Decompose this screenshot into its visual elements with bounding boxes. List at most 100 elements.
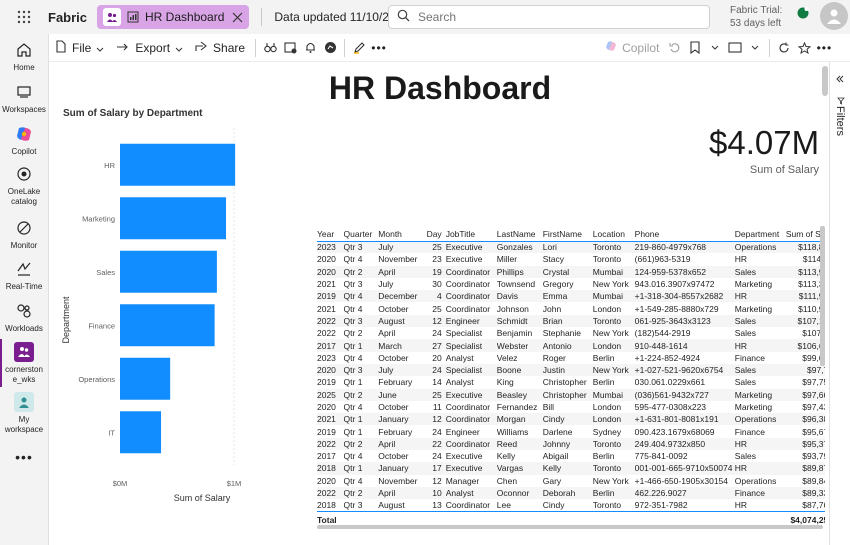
column-header[interactable]: Quarter	[343, 224, 379, 242]
search-box[interactable]	[388, 5, 710, 29]
table-row[interactable]: 2021 Qtr 3 July 30 Coordinator Townsend Gregor…	[317, 278, 825, 290]
binoculars-icon[interactable]	[260, 34, 280, 62]
bar[interactable]	[120, 357, 171, 400]
export-menu[interactable]: Export	[110, 34, 189, 62]
table-row[interactable]: 2021 Qtr 1 January 12 Coordinator Morgan Cindy…	[317, 413, 825, 426]
chevron-down-icon[interactable]	[745, 34, 765, 62]
table-row[interactable]: 2025 Qtr 2 June 25 Executive Beasley Christoph…	[317, 388, 825, 401]
app-launcher-icon[interactable]	[0, 0, 48, 34]
table-row[interactable]: 2023 Qtr 4 October 20 Analyst Velez Roger Berli…	[317, 352, 825, 364]
rail-item-cornerstone-wks[interactable]: cornerstone_wks	[0, 342, 48, 385]
more-options-icon[interactable]: •••	[814, 34, 834, 62]
close-icon[interactable]	[232, 12, 243, 23]
favorite-icon[interactable]	[794, 34, 814, 62]
table-row[interactable]: 2019 Qtr 1 February 14 Analyst King Christophe…	[317, 376, 825, 388]
rail-item-real-time[interactable]: Real-Time	[0, 259, 48, 292]
table-row[interactable]: 2018 Qtr 1 January 17 Executive Vargas Kelly To…	[317, 462, 825, 475]
table-cell: April	[378, 328, 396, 339]
brand-name[interactable]: Fabric	[48, 10, 87, 25]
table-cell: 2019	[317, 426, 336, 437]
insights-icon[interactable]	[320, 34, 340, 62]
table-row[interactable]: 2019 Qtr 1 February 24 Engineer Williams Darle…	[317, 425, 825, 437]
more-icon[interactable]: •••	[0, 450, 48, 464]
table-row[interactable]: 2022 Qtr 2 April 24 Specialist Benjamin Stepha…	[317, 327, 825, 339]
table-cell: Gonzales	[496, 241, 543, 254]
table-cell: Executive	[445, 241, 497, 254]
column-header[interactable]: Location	[592, 224, 635, 242]
share-label: Share	[213, 40, 246, 55]
chevron-down-icon[interactable]	[705, 34, 725, 62]
file-menu[interactable]: File	[49, 34, 110, 62]
column-header[interactable]: Year	[317, 224, 344, 242]
table-cell: HR	[734, 462, 786, 475]
rail-item-copilot[interactable]: Copilot	[0, 124, 48, 157]
reset-icon[interactable]	[665, 34, 685, 62]
rail-item-workspaces[interactable]: Workspaces	[0, 82, 48, 115]
bell-icon[interactable]	[300, 34, 320, 62]
bar[interactable]	[120, 250, 217, 293]
column-header[interactable]: Department	[734, 224, 786, 242]
table-cell: Qtr 3	[343, 500, 363, 511]
table-cell: HR	[734, 339, 786, 352]
edit-icon[interactable]	[349, 34, 369, 62]
column-header[interactable]: Day	[425, 224, 446, 242]
table-cell: Cindy	[542, 413, 593, 426]
report-tab[interactable]: HR Dashboard	[97, 5, 250, 29]
search-input[interactable]	[418, 10, 698, 24]
table-row[interactable]: 2022 Qtr 2 April 22 Coordinator Reed Johnny Tor…	[317, 437, 825, 451]
chevron-left-icon[interactable]	[836, 72, 844, 86]
column-header[interactable]: Phone	[634, 224, 735, 242]
rail-item-my-workspace[interactable]: My workspace	[0, 392, 48, 435]
table-cell: 061-925-3643x3123	[634, 314, 735, 328]
table-row[interactable]: 2020 Qtr 3 July 24 Specialist Boone Justin New …	[317, 363, 825, 377]
trial-indicator-icon[interactable]	[796, 6, 810, 20]
bar[interactable]	[120, 143, 236, 186]
view-icon[interactable]	[725, 34, 745, 62]
avatar[interactable]	[820, 2, 848, 30]
more-options-icon[interactable]: •••	[369, 34, 389, 62]
table-row[interactable]: 2022 Qtr 2 April 10 Analyst Oconnor Deborah Ber…	[317, 486, 825, 500]
filters-pane[interactable]: Filters	[829, 62, 850, 545]
table-cell: August	[378, 314, 426, 328]
bar[interactable]	[120, 411, 162, 454]
table-cell: Oconnor	[496, 486, 543, 500]
table-horizontal-scrollbar[interactable]	[317, 525, 823, 529]
bookmark-icon[interactable]	[685, 34, 705, 62]
table-row[interactable]: 2021 Qtr 4 October 25 Coordinator Johnson John…	[317, 302, 825, 314]
salary-table[interactable]: Year Quarter Month Day JobTitle LastName First…	[317, 224, 825, 526]
table-cell: Darlene	[542, 426, 573, 437]
table-row[interactable]: 2020 Qtr 4 November 23 Executive Miller Stacy T…	[317, 253, 825, 265]
table-row[interactable]: 2018 Qtr 3 August 13 Coordinator Lee Cindy Toro…	[317, 499, 825, 511]
bar[interactable]	[120, 304, 215, 347]
table-cell: Bill	[542, 402, 555, 412]
column-header[interactable]: Month	[378, 224, 426, 242]
share-button[interactable]: Share	[189, 34, 251, 62]
salary-by-department-chart[interactable]: HR Marketing Sales Finance Operations IT $0M $1…	[59, 120, 299, 532]
table-row[interactable]: 2022 Qtr 3 August 12 Engineer Schmidt Brian Tor…	[317, 314, 825, 328]
table-row[interactable]: 2020 Qtr 4 November 12 Manager Chen Gary New Yo…	[317, 475, 825, 487]
table-row[interactable]: 2023 Qtr 3 July 25 Executive Gonzales Lori Toro…	[317, 241, 825, 254]
rail-item-workloads[interactable]: Workloads	[0, 301, 48, 334]
subscribe-icon[interactable]	[280, 34, 300, 62]
column-header[interactable]: FirstName	[542, 224, 593, 242]
copilot-button[interactable]: Copilot	[599, 34, 665, 62]
table-cell: Christopher	[542, 377, 587, 388]
table-row[interactable]: 2020 Qtr 4 October 11 Coordinator Fernandez Bi…	[317, 401, 825, 413]
table-cell: $89,879	[785, 462, 825, 475]
table-row[interactable]: 2017 Qtr 1 March 27 Specialist Webster Antonio…	[317, 339, 825, 352]
column-header[interactable]: LastName	[496, 224, 543, 242]
table-row[interactable]: 2020 Qtr 2 April 19 Coordinator Phillips Cryst…	[317, 265, 825, 278]
refresh-icon[interactable]	[774, 34, 794, 62]
bar[interactable]	[120, 197, 227, 240]
rail-item-monitor[interactable]: Monitor	[0, 218, 48, 251]
table-cell: Operations	[734, 413, 786, 426]
table-vertical-scrollbar[interactable]	[820, 226, 825, 366]
trial-status[interactable]: Fabric Trial: 53 days left	[730, 4, 782, 30]
rail-item-onelake-catalog[interactable]: OneLake catalog	[0, 164, 48, 207]
table-row[interactable]: 2019 Qtr 4 December 4 Coordinator Davis Emma Mu…	[317, 290, 825, 303]
column-header[interactable]: JobTitle	[445, 224, 497, 242]
table-row[interactable]: 2017 Qtr 4 October 24 Executive Kelly Abigail B…	[317, 450, 825, 462]
page-scrollbar[interactable]	[822, 66, 828, 96]
rail-label: Monitor	[10, 241, 38, 250]
rail-item-home[interactable]: Home	[0, 40, 48, 73]
